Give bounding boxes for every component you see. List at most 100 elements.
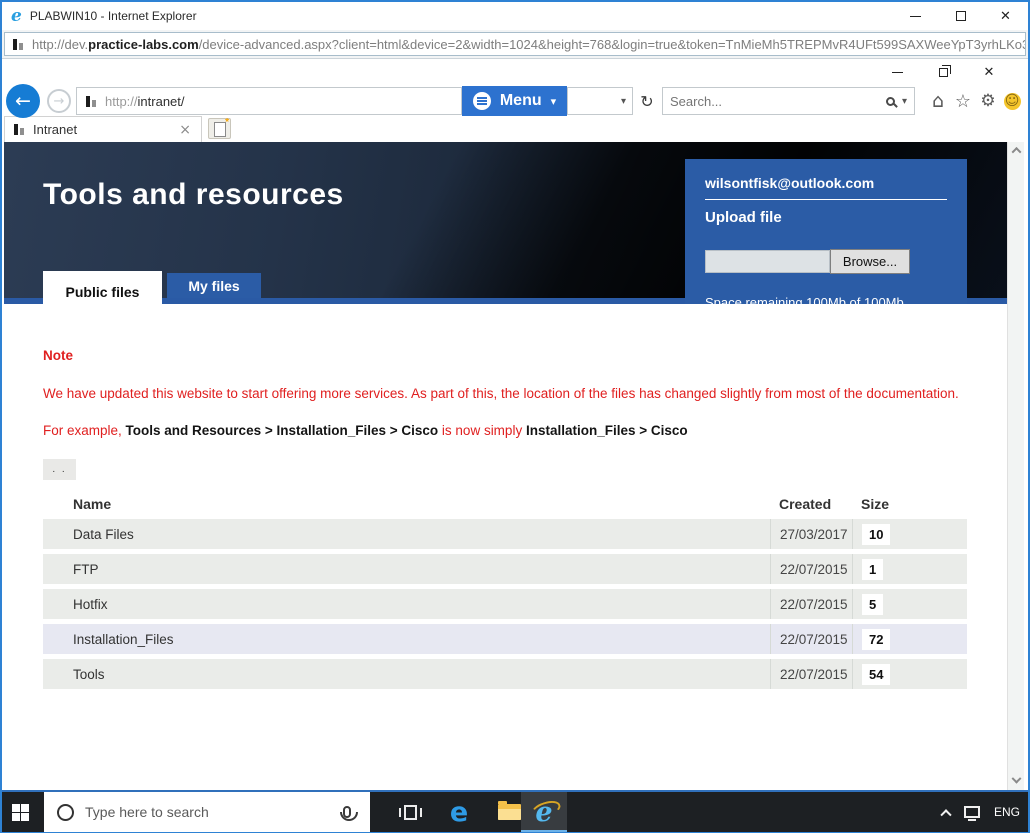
header-name: Name	[73, 496, 112, 512]
search-dropdown-icon[interactable]: ▾	[902, 96, 907, 107]
address-autocomplete-dropdown[interactable]: ▾	[567, 87, 633, 115]
page-title: Tools and resources	[43, 178, 344, 211]
size-badge: 72	[862, 628, 891, 650]
task-view-icon	[398, 804, 422, 820]
forward-button[interactable]: →	[47, 89, 71, 113]
task-view-button[interactable]	[387, 792, 433, 832]
page-content: Tools and resources wilsontfisk@outlook.…	[2, 142, 1028, 790]
table-row: FTP 22/07/2015 1	[43, 554, 967, 584]
close-icon: ✕	[983, 64, 995, 80]
minimize-icon	[891, 71, 903, 73]
size-cell: 54	[852, 659, 967, 689]
scroll-up-button[interactable]	[1008, 142, 1024, 159]
folder-link[interactable]: Tools	[43, 667, 770, 682]
site-favicon-icon	[13, 123, 26, 136]
favorites-button[interactable]: ☆	[952, 89, 974, 113]
remote-restore-button[interactable]	[920, 59, 966, 85]
folder-link[interactable]: FTP	[43, 562, 770, 577]
new-tab-button[interactable]: *	[208, 117, 231, 139]
settings-button[interactable]: ⚙	[977, 89, 999, 113]
microphone-icon[interactable]	[340, 806, 358, 821]
hamburger-menu-icon	[472, 92, 491, 110]
site-favicon-icon	[12, 38, 25, 51]
smiley-icon: ☺	[1003, 92, 1021, 110]
remote-minimize-button[interactable]	[874, 59, 920, 85]
size-cell: 1	[852, 554, 967, 584]
folder-link[interactable]: Hotfix	[43, 597, 770, 612]
remote-close-button[interactable]: ✕	[966, 59, 1012, 85]
windows-logo-icon	[21, 813, 29, 821]
table-row: Tools 22/07/2015 54	[43, 659, 967, 689]
tab-my-files[interactable]: My files	[167, 273, 261, 298]
size-cell: 5	[852, 589, 967, 619]
search-icon[interactable]	[885, 96, 895, 106]
parent-directory-button[interactable]: . .	[43, 459, 76, 480]
browse-button[interactable]: Browse...	[830, 249, 910, 274]
chevron-down-icon: ▾	[550, 94, 557, 108]
example-prefix: For example,	[43, 423, 122, 438]
file-path-field[interactable]	[705, 250, 830, 273]
start-button[interactable]	[12, 804, 30, 822]
taskbar: Type here to search e e ENG	[2, 790, 1028, 832]
home-button[interactable]: ⌂	[927, 89, 949, 113]
folder-link[interactable]: Installation_Files	[43, 632, 770, 647]
upload-file-label: Upload file	[705, 209, 782, 226]
note-heading: Note	[43, 348, 73, 363]
host-minimize-button[interactable]	[893, 2, 938, 30]
address-bar[interactable]: http://intranet/	[76, 87, 462, 115]
scroll-down-button[interactable]	[1008, 773, 1024, 790]
cortana-icon	[57, 803, 74, 821]
file-upload-row: Browse...	[705, 249, 947, 274]
back-button[interactable]: ←	[6, 84, 40, 118]
note-example: For example, Tools and Resources > Insta…	[43, 423, 1007, 438]
size-badge: 10	[862, 523, 891, 545]
search-input[interactable]	[670, 93, 886, 109]
restore-icon	[938, 64, 951, 77]
network-button[interactable]	[963, 806, 980, 821]
host-address-bar[interactable]: http://dev. practice-labs.com/device-adva…	[4, 32, 1026, 56]
chevron-down-icon	[1011, 773, 1021, 784]
host-window-controls: ✕	[893, 2, 1028, 30]
upload-panel: wilsontfisk@outlook.com Upload file Brow…	[685, 159, 967, 310]
internet-explorer-button[interactable]: e	[521, 792, 567, 832]
tab-title: Intranet	[33, 122, 78, 137]
tray-expand-button[interactable]	[940, 808, 952, 821]
host-titlebar: e PLABWIN10 - Internet Explorer ✕	[2, 2, 1028, 30]
page-scrollbar[interactable]	[1007, 142, 1024, 790]
host-close-button[interactable]: ✕	[983, 2, 1028, 30]
chevron-down-icon: ▾	[620, 95, 626, 107]
menu-button[interactable]: Menu ▾	[462, 86, 567, 116]
files-table: Name Created Size Data Files 27/03/2017 …	[43, 489, 967, 689]
edge-icon: e	[449, 796, 469, 828]
taskbar-search[interactable]: Type here to search	[44, 792, 370, 832]
header-created: Created	[779, 496, 832, 512]
back-icon: ←	[15, 90, 31, 112]
tab-public-files[interactable]: Public files	[43, 271, 162, 312]
screen: e PLABWIN10 - Internet Explorer ✕ http:/…	[0, 0, 1030, 833]
table-header-row: Name Created Size	[43, 489, 967, 519]
host-maximize-button[interactable]	[938, 2, 983, 30]
tab-intranet[interactable]: Intranet ×	[4, 116, 202, 142]
edge-button[interactable]: e	[436, 792, 482, 832]
maximize-icon	[955, 11, 966, 21]
size-badge: 1	[862, 558, 884, 580]
folder-link[interactable]: Data Files	[43, 527, 770, 542]
created-date: 22/07/2015	[770, 624, 852, 654]
example-old-path: Tools and Resources > Installation_Files…	[125, 423, 439, 438]
language-indicator[interactable]: ENG	[994, 805, 1020, 819]
forward-icon: →	[53, 93, 65, 109]
ie-logo-icon: e	[11, 5, 22, 26]
refresh-button[interactable]: ↻	[635, 87, 659, 115]
example-middle: is now simply	[441, 423, 523, 438]
windows-logo-icon	[12, 804, 20, 812]
search-box: ▾	[662, 87, 915, 115]
size-badge: 5	[862, 593, 884, 615]
feedback-button[interactable]: ☺	[1001, 89, 1023, 113]
page-body: Note We have updated this website to sta…	[4, 304, 1007, 790]
table-row: Data Files 27/03/2017 10	[43, 519, 967, 549]
header-size: Size	[861, 496, 890, 512]
tab-close-button[interactable]: ×	[177, 122, 193, 138]
created-date: 22/07/2015	[770, 554, 852, 584]
account-email: wilsontfisk@outlook.com	[705, 175, 875, 191]
size-badge: 54	[862, 663, 891, 685]
